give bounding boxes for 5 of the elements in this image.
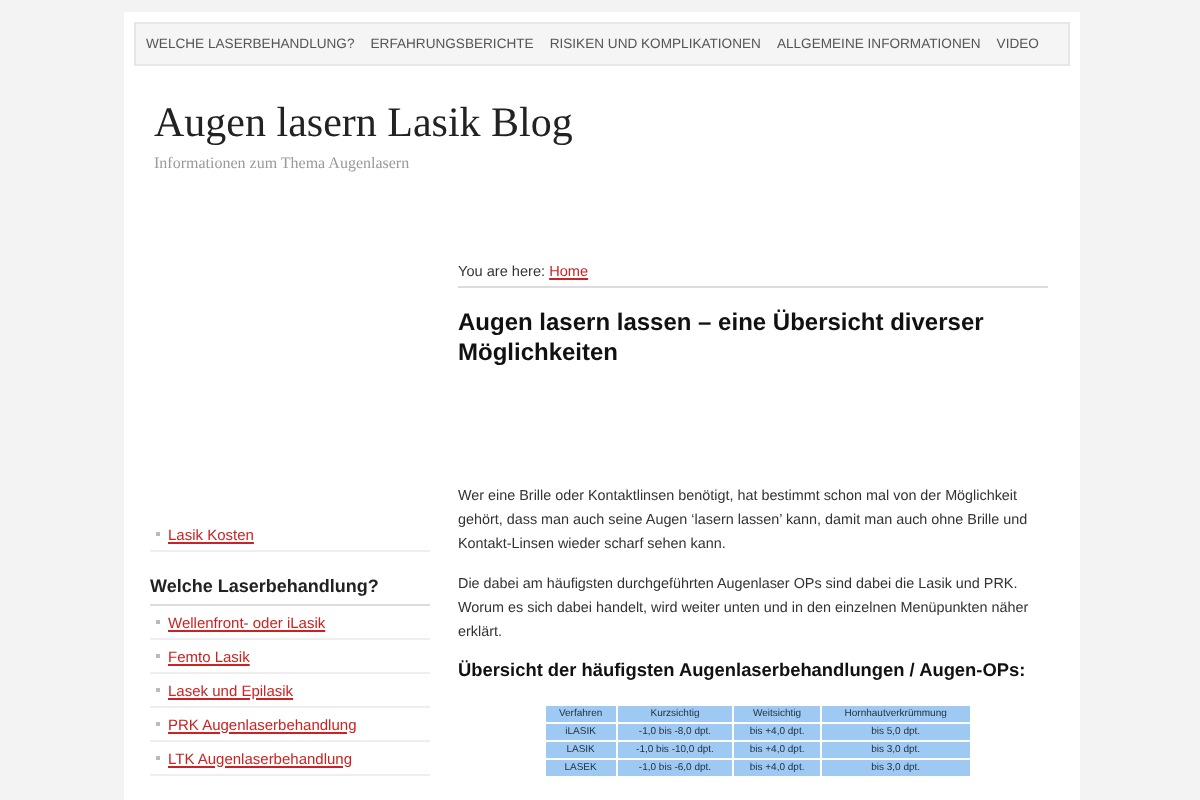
widget-title: Welche Laserbehandlung? bbox=[150, 576, 430, 606]
article-subheading: Übersicht der häufigsten Augenlaserbehandlungen / Augen-OPs: bbox=[458, 660, 1028, 680]
article-title: Augen lasern lassen – eine Übersicht diverser Möglichkeiten bbox=[458, 308, 986, 368]
site-tagline: Informationen zum Thema Augenlasern bbox=[154, 154, 412, 172]
site-title[interactable]: Augen lasern Lasik Blog bbox=[154, 98, 1070, 146]
